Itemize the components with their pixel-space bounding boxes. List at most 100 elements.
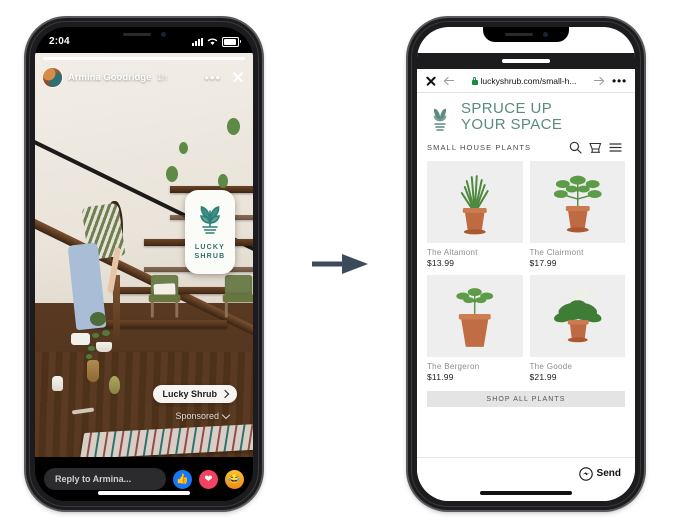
- close-icon[interactable]: [425, 75, 436, 86]
- hamburger-menu-icon[interactable]: [605, 142, 625, 153]
- left-phone-frame: LUCKY SHRUB Lucky Shrub Sponsored Armina…: [26, 18, 262, 510]
- status-time: 2:04: [49, 36, 70, 47]
- small-schefflera-plant: [456, 288, 494, 348]
- product-name: The Altamont: [427, 248, 478, 258]
- lucky-shrub-sticker[interactable]: LUCKY SHRUB: [185, 190, 235, 275]
- drag-handle[interactable]: [502, 59, 550, 63]
- story-author-name[interactable]: Armina Goodridge 1h: [68, 72, 167, 83]
- send-label: Send: [596, 468, 621, 479]
- sticker-line-1: LUCKY: [194, 244, 226, 252]
- site-nav: SMALL HOUSE PLANTS: [417, 137, 635, 161]
- shop-all-plants-button[interactable]: SHOP ALL PLANTS: [427, 391, 625, 408]
- back-arrow-icon[interactable]: [444, 75, 455, 86]
- pot-body: [96, 341, 113, 352]
- haha-reaction[interactable]: 😂: [225, 469, 244, 489]
- sponsored-label: Sponsored: [175, 411, 219, 421]
- battery-icon: [604, 36, 623, 47]
- headline-line-1: SPRUCE UP: [461, 100, 553, 117]
- webpage-content: SPRUCE UP YOUR SPACE SMALL HOUSE PLANTS: [417, 93, 635, 457]
- search-icon[interactable]: [565, 141, 585, 154]
- product-price: $13.99: [427, 258, 455, 269]
- spiky-grass-plant: [460, 175, 489, 235]
- product-image: [529, 275, 625, 358]
- send-button[interactable]: Send: [578, 466, 621, 481]
- shop-all-label: SHOP ALL PLANTS: [486, 395, 566, 403]
- browser-drag-handle-area[interactable]: [417, 53, 635, 69]
- chevron-down-icon: [221, 410, 231, 420]
- product-price: $17.99: [529, 258, 557, 269]
- like-reaction[interactable]: 👍: [173, 469, 192, 489]
- reply-placeholder: Reply to Armina...: [55, 474, 132, 484]
- story-cta-button[interactable]: Lucky Shrub: [153, 385, 237, 403]
- product-image: [427, 161, 523, 244]
- battery-icon: [222, 36, 241, 47]
- product-card[interactable]: The Goode $21.99: [529, 275, 625, 383]
- story-viewer: LUCKY SHRUB Lucky Shrub Sponsored Armina…: [35, 27, 253, 501]
- vine-leaf: [102, 329, 111, 336]
- story-header: Armina Goodridge 1h •••: [43, 66, 245, 88]
- signal-bars-icon: [192, 37, 203, 46]
- product-card[interactable]: The Clairmont $17.99: [529, 161, 625, 269]
- product-image: [529, 161, 625, 244]
- face-vase: [52, 376, 64, 392]
- product-name: The Goode: [529, 362, 573, 372]
- product-card[interactable]: The Altamont $13.99: [427, 161, 523, 268]
- product-name: The Bergeron: [427, 362, 480, 372]
- secure-lock-icon: [471, 76, 478, 85]
- story-progress-bar[interactable]: [43, 57, 245, 60]
- right-phone-frame: luckyshrub.com/small-h... ••• SPRUCE UP …: [408, 18, 644, 510]
- product-price: $21.99: [529, 372, 557, 383]
- product-image: [427, 275, 523, 358]
- url-bar[interactable]: luckyshrub.com/small-h...: [463, 76, 585, 86]
- story-timestamp: 1h: [157, 71, 168, 82]
- product-card[interactable]: The Bergeron $11.99: [427, 275, 523, 382]
- chevron-right-icon: [220, 389, 230, 399]
- home-indicator[interactable]: [480, 491, 572, 495]
- armchair: [222, 275, 253, 318]
- cta-label: Lucky Shrub: [162, 389, 217, 399]
- armchair: [148, 275, 181, 318]
- more-options-icon[interactable]: •••: [204, 71, 221, 84]
- chair-back: [225, 275, 253, 296]
- chair-leg: [151, 301, 154, 318]
- page-title: SPRUCE UP YOUR SPACE: [461, 100, 563, 134]
- close-icon[interactable]: [231, 71, 244, 84]
- umbrella-tree-plant: [553, 176, 602, 233]
- chair-seat: [223, 294, 253, 303]
- story-media: LUCKY SHRUB Lucky Shrub Sponsored: [35, 53, 253, 457]
- forward-arrow-icon[interactable]: [593, 75, 604, 86]
- site-header: SPRUCE UP YOUR SPACE: [417, 93, 635, 137]
- love-reaction[interactable]: ❤: [199, 469, 218, 489]
- sticker-line-2: SHRUB: [194, 252, 226, 260]
- url-text: luckyshrub.com/small-h...: [480, 75, 577, 86]
- sponsored-label-row[interactable]: Sponsored: [175, 410, 231, 421]
- lucky-shrub-plant-logo: [433, 108, 447, 131]
- product-name: The Clairmont: [529, 248, 584, 258]
- white-plant-pot: [86, 329, 113, 359]
- status-icons: [574, 36, 623, 47]
- screenshot-canvas: LUCKY SHRUB Lucky Shrub Sponsored Armina…: [0, 0, 675, 524]
- reply-input[interactable]: Reply to Armina...: [44, 468, 166, 490]
- headline-line-2: YOUR SPACE: [461, 116, 563, 134]
- status-icons: [192, 36, 241, 47]
- cart-icon[interactable]: [585, 141, 605, 154]
- lucky-shrub-plant-logo: [199, 206, 221, 234]
- speaker-grille: [504, 33, 533, 36]
- more-options-icon[interactable]: •••: [612, 75, 627, 87]
- nav-category-label[interactable]: SMALL HOUSE PLANTS: [427, 143, 565, 152]
- hanging-plant: [226, 117, 240, 135]
- right-phone-screen: luckyshrub.com/small-h... ••• SPRUCE UP …: [417, 27, 635, 501]
- left-notch: [101, 27, 187, 42]
- hanging-plant: [178, 141, 188, 154]
- avatar[interactable]: [43, 67, 62, 87]
- messenger-send-icon: [578, 466, 593, 481]
- home-indicator[interactable]: [98, 491, 190, 495]
- author-name-text: Armina Goodridge: [68, 71, 152, 83]
- status-time: 2:04: [431, 36, 452, 47]
- dried-branch-leaves: [89, 311, 106, 326]
- wooden-vase: [87, 360, 100, 383]
- transition-arrow-icon: [312, 254, 368, 274]
- speaker-grille: [122, 33, 151, 36]
- front-camera: [160, 32, 166, 37]
- chair-leg: [225, 301, 228, 318]
